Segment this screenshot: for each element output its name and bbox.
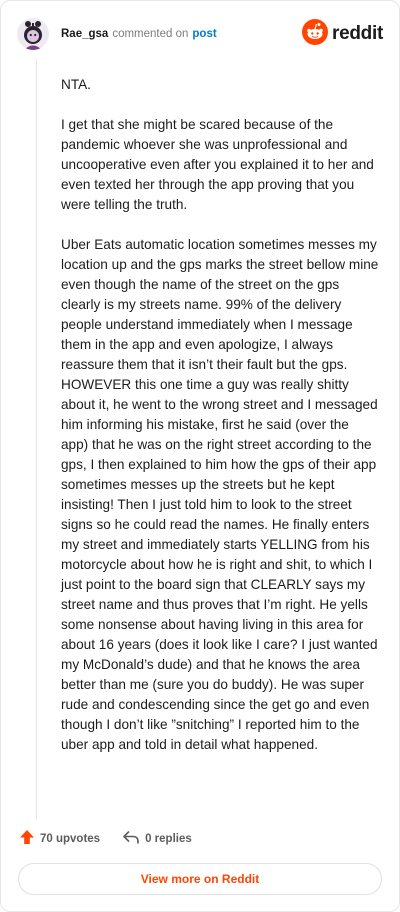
upvote-button[interactable]: 70 upvotes	[19, 829, 100, 848]
comment-body: NTA. I get that she might be scared beca…	[61, 75, 379, 775]
reddit-brand[interactable]: reddit	[302, 18, 383, 50]
comment-header: Rae_gsa commented on post reddit	[17, 15, 383, 53]
post-link[interactable]: post	[192, 28, 216, 40]
reddit-wordmark: reddit	[332, 23, 383, 44]
view-more-button[interactable]: View more on Reddit	[18, 863, 382, 895]
upvote-icon	[19, 829, 40, 848]
reply-icon	[122, 829, 145, 848]
reddit-logo-icon	[302, 18, 329, 50]
reply-button[interactable]: 0 replies	[122, 829, 192, 848]
thread-line	[36, 59, 37, 819]
comment-actions: 70 upvotes 0 replies	[19, 829, 214, 848]
reply-count: 0 replies	[145, 832, 192, 845]
upvote-count: 70 upvotes	[40, 832, 101, 845]
comment-card: Rae_gsa commented on post reddit NTA. I …	[0, 0, 400, 912]
username[interactable]: Rae_gsa	[61, 28, 108, 40]
avatar[interactable]	[17, 18, 49, 50]
comment-paragraph: NTA.	[61, 77, 91, 92]
comment-action-text: commented on	[112, 28, 189, 40]
comment-paragraph: I get that she might be scared because o…	[61, 117, 374, 212]
comment-meta: Rae_gsa commented on post	[61, 28, 217, 40]
comment-paragraph: Uber Eats automatic location sometimes m…	[61, 237, 379, 752]
